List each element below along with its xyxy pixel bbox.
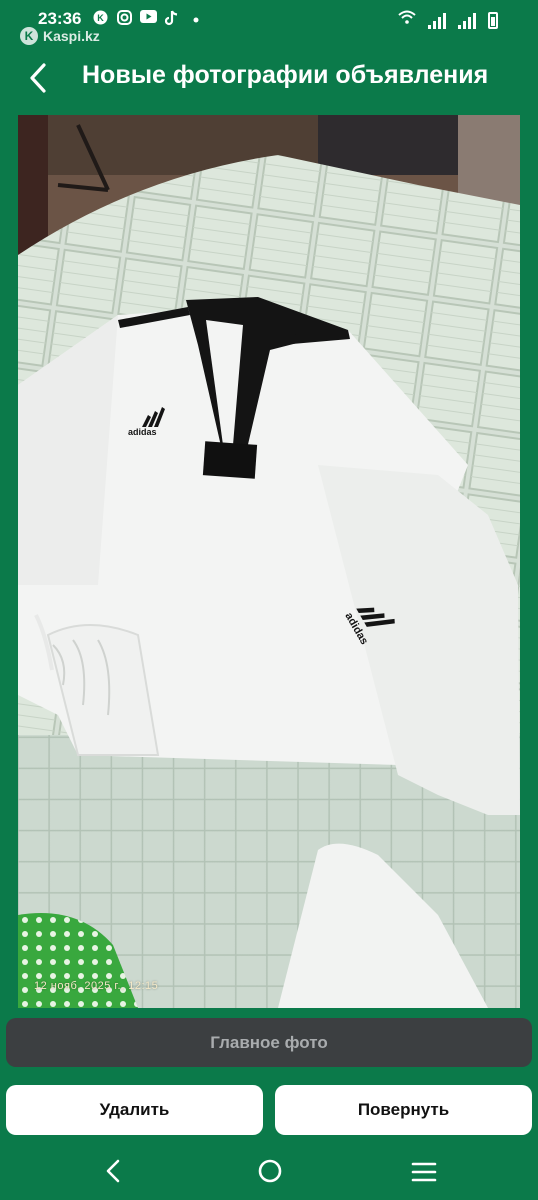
rotate-button[interactable]: Повернуть [275,1085,532,1135]
nav-recent-apps-button[interactable] [411,1161,437,1188]
signal-icon [428,13,446,29]
home-icon [258,1159,282,1183]
wifi-icon [398,10,416,29]
recent-apps-icon [411,1162,437,1182]
chevron-left-icon [30,63,46,93]
app-bar: Новые фотографии объявления [0,50,538,108]
main-photo-button[interactable]: Главное фото [6,1018,532,1067]
battery-icon [488,12,498,29]
page-title: Новые фотографии объявления [82,61,489,89]
clock: 23:36 [38,9,82,28]
photo-illustration: adidas adidas [18,115,520,1008]
kaspi-notification-icon: K [92,10,108,26]
nav-back-button[interactable] [103,1158,125,1189]
notification-icons: K [92,10,204,26]
system-icons [398,10,498,29]
youtube-icon [140,10,157,26]
status-bar: 23:36 K K Kaspi.kz [0,0,538,50]
signal-icon [458,13,476,29]
brand-label: Kaspi.kz [43,28,100,44]
back-button[interactable] [22,58,58,98]
system-navigation-bar [0,1142,538,1200]
back-icon [106,1159,120,1183]
tiktok-icon [164,10,180,26]
instagram-icon [116,10,132,26]
photo-timestamp: 12 нояб. 2025 г., 12:15 [34,980,159,992]
svg-text:K: K [97,13,104,23]
dot-icon [188,10,204,26]
app-brand: K Kaspi.kz [20,27,100,45]
listing-photo[interactable]: adidas adidas 12 нояб. 2025 г., 12:15 [18,115,520,1008]
kaspi-logo-icon: K [20,27,38,45]
delete-button[interactable]: Удалить [6,1085,263,1135]
nav-home-button[interactable] [257,1158,283,1189]
svg-text:adidas: adidas [128,427,157,437]
